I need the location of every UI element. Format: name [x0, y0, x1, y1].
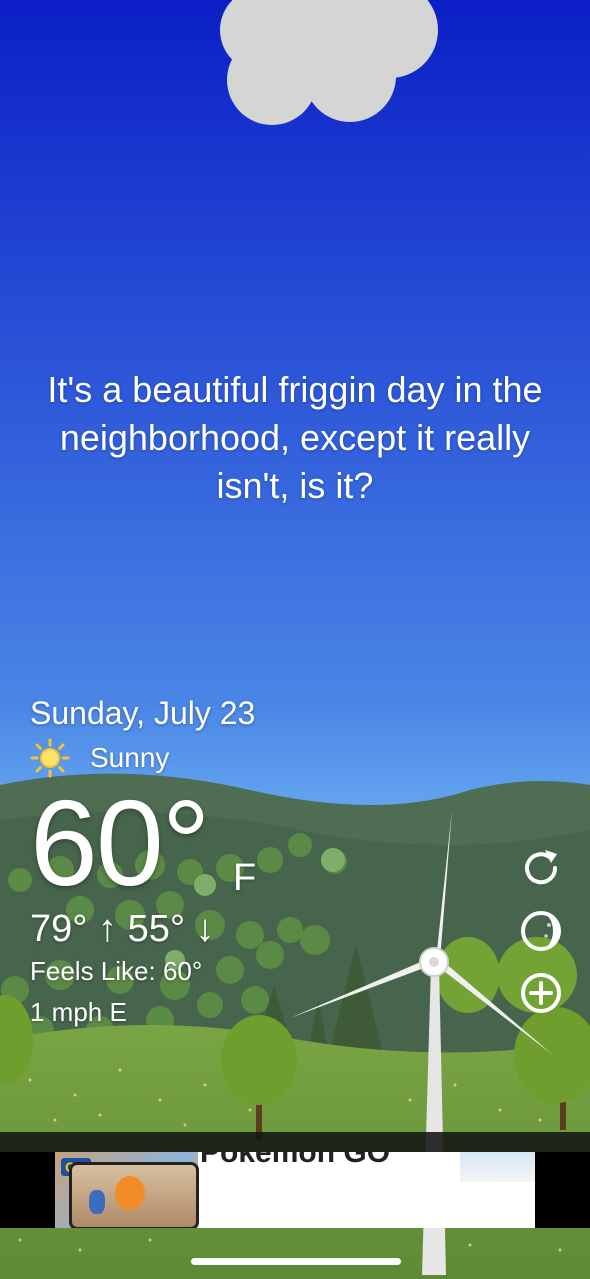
feels-like: Feels Like: 60° [30, 956, 203, 986]
high-low-temperature: 79° ↑ 55° ↓ [30, 908, 215, 950]
temperature-unit[interactable]: F [233, 857, 256, 900]
ad-banner[interactable]: Pokémon GO GO [55, 1152, 535, 1228]
home-indicator[interactable] [191, 1258, 401, 1265]
sun-icon [30, 738, 70, 778]
moon-phase-button[interactable] [519, 909, 563, 953]
add-location-button[interactable] [519, 971, 563, 1015]
moon-phase-icon [521, 911, 561, 951]
refresh-icon [525, 850, 558, 885]
refresh-button[interactable] [519, 846, 563, 890]
add-location-icon [521, 973, 561, 1013]
ad-thumbnail[interactable] [460, 1152, 535, 1182]
ad-top-strip [0, 1132, 590, 1152]
weather-quote: It's a beautiful friggin day in the neig… [47, 369, 543, 506]
wind-speed: 1 mph E [30, 997, 127, 1027]
ad-image[interactable]: GO [55, 1152, 199, 1228]
forecast-date: Sunday, July 23 [30, 695, 256, 731]
condition-row: Sunny [30, 738, 169, 778]
ad-title[interactable]: Pokémon GO [200, 1152, 390, 1170]
background-scene [0, 0, 590, 1279]
condition-label: Sunny [90, 742, 170, 773]
current-temperature: 60° [30, 775, 210, 911]
